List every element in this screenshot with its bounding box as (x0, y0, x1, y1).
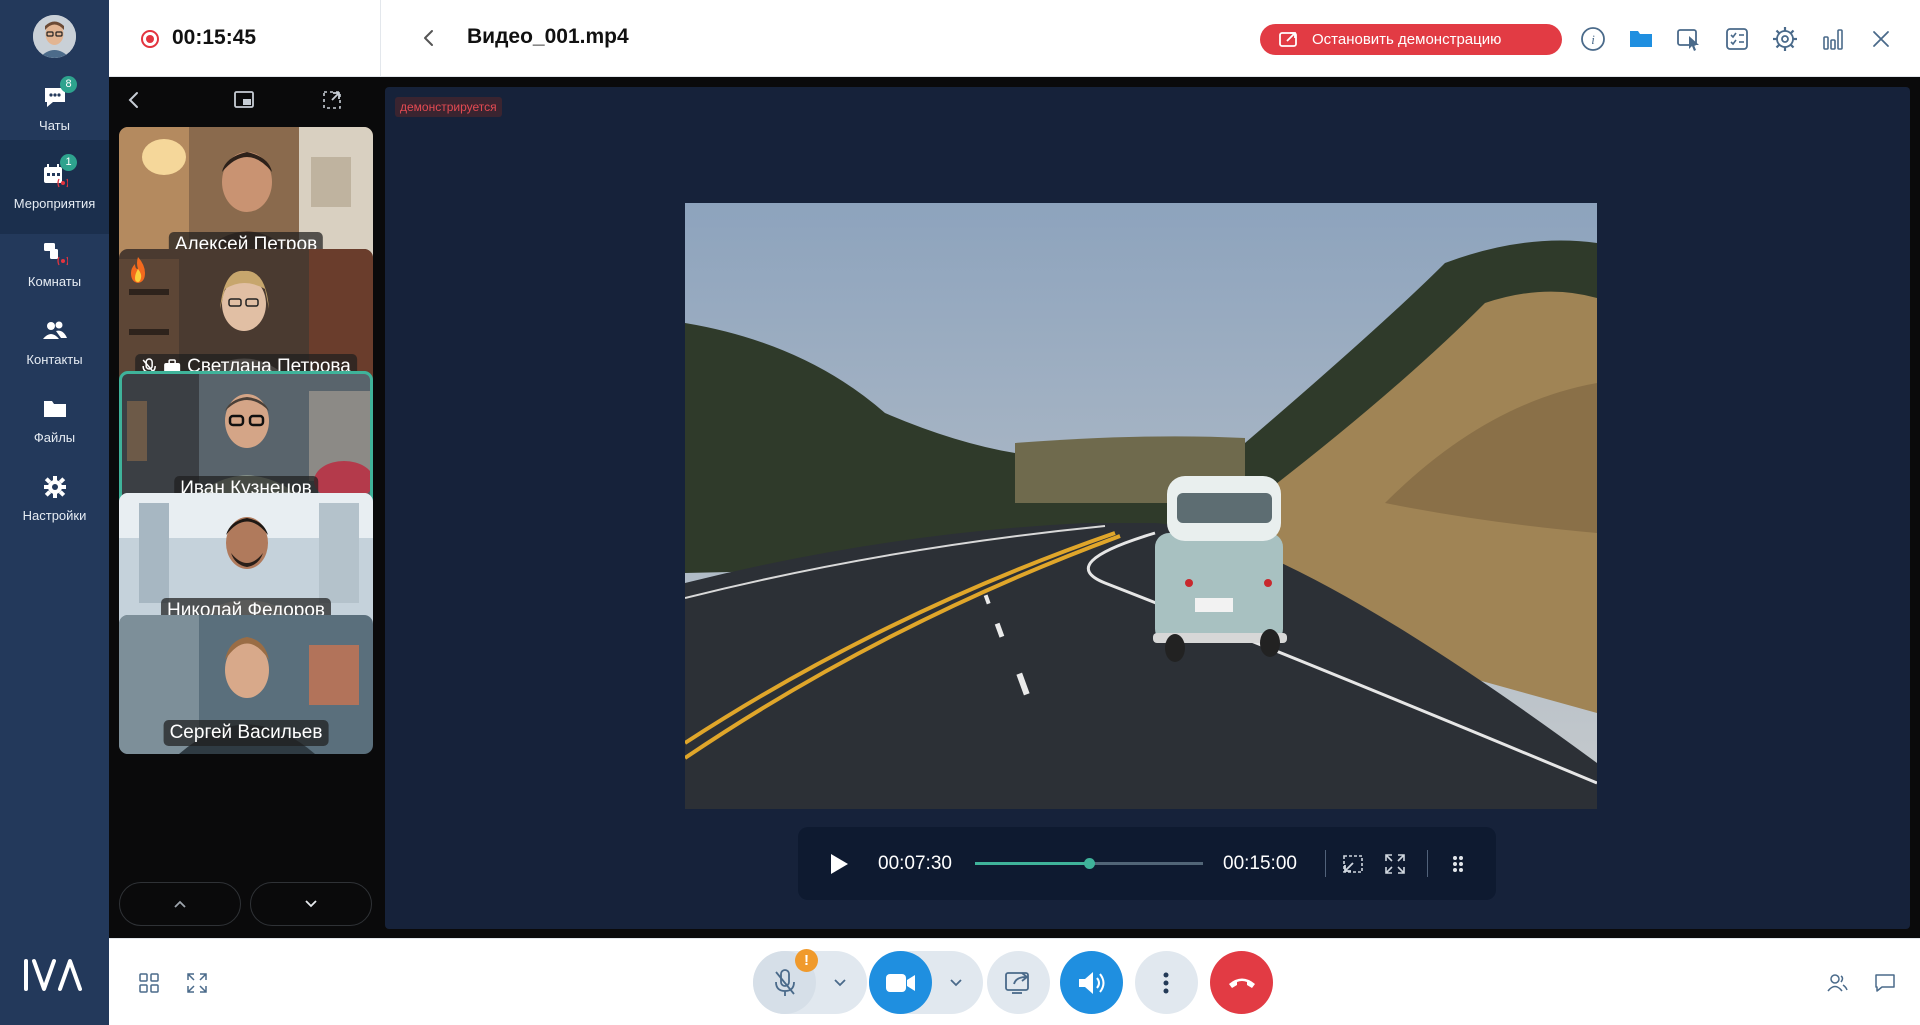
iva-logo (24, 959, 82, 991)
nav-item-label: Контакты (26, 352, 83, 367)
drag-handle-icon[interactable] (1446, 852, 1470, 876)
screen-share-button[interactable] (987, 951, 1050, 1014)
back-button[interactable] (417, 26, 441, 50)
folder-icon (44, 401, 66, 417)
expand-icon[interactable] (319, 87, 345, 113)
gear-icon (44, 476, 66, 498)
grid-layout-icon[interactable] (137, 971, 161, 995)
pip-icon[interactable] (231, 87, 257, 113)
seek-bar[interactable] (975, 858, 1203, 869)
nav-item-label: Чаты (39, 118, 70, 133)
seek-bar-fill (975, 862, 1089, 865)
hang-up-icon (1229, 978, 1255, 988)
participant-tile[interactable]: Алексей Петров (119, 127, 373, 266)
contacts-icon (43, 321, 67, 339)
checklist-icon[interactable] (1723, 25, 1751, 53)
iva-app: 8 Чаты 1 Мероприятия Комнаты Контакты Фа… (0, 0, 1920, 1025)
divider (1325, 850, 1326, 877)
recording-indicator: 00:15:45 (109, 0, 381, 77)
close-icon[interactable] (1867, 25, 1895, 53)
collapse-panel-icon[interactable] (121, 87, 147, 113)
shared-video[interactable] (685, 203, 1597, 809)
more-vertical-icon (1163, 972, 1169, 994)
fire-icon (131, 257, 145, 283)
call-toolbar: ! (109, 938, 1920, 1025)
rooms-icon (44, 243, 68, 266)
more-options-button[interactable] (1135, 951, 1198, 1014)
play-button[interactable] (828, 852, 850, 876)
speaker-button[interactable] (1060, 951, 1123, 1014)
participants-icon[interactable] (1825, 971, 1849, 995)
nav-item-label: Комнаты (27, 274, 82, 289)
info-icon[interactable]: i (1579, 25, 1607, 53)
events-badge: 1 (60, 154, 77, 171)
pip-icon[interactable] (1341, 852, 1365, 876)
participant-tile[interactable]: Светлана Петрова (119, 249, 373, 388)
record-icon (141, 30, 159, 48)
pointer-icon[interactable] (1675, 25, 1703, 53)
stop-demonstration-label: Остановить демонстрацию (1312, 31, 1502, 48)
nav-item-label: Мероприятия (13, 196, 96, 211)
chevron-up-icon (174, 900, 186, 908)
participants-panel: Алексей Петров Светлана Петрова Иван Куз… (109, 77, 381, 938)
mic-warning-badge: ! (795, 949, 818, 972)
participant-tile-active[interactable]: Иван Кузнецов (119, 371, 373, 510)
participant-name: Сергей Васильев (163, 720, 329, 746)
stop-share-icon (1279, 32, 1297, 47)
chevron-down-icon[interactable] (949, 977, 963, 989)
scroll-up-button[interactable] (119, 882, 241, 926)
svg-text:i: i (1591, 32, 1595, 47)
camera-button[interactable] (869, 951, 932, 1014)
van-illustration (1153, 476, 1287, 662)
conference-stage: Алексей Петров Светлана Петрова Иван Куз… (109, 77, 1920, 938)
video-player-controls: 00:07:30 00:15:00 (798, 827, 1496, 900)
demonstrating-badge: демонстрируется (395, 97, 502, 117)
current-time: 00:07:30 (878, 853, 952, 874)
divider (1427, 850, 1428, 877)
nav-item-label: Файлы (33, 430, 76, 445)
chevron-down-icon[interactable] (833, 977, 847, 989)
total-time: 00:15:00 (1223, 853, 1297, 874)
stop-demonstration-button[interactable]: Остановить демонстрацию (1260, 24, 1562, 55)
recording-time: 00:15:45 (172, 26, 257, 49)
header-bar: 00:15:45 Видео_001.mp4 Остановить демонс… (109, 0, 1920, 77)
screen-share-area: демонстрируется 00:07:30 00:15:00 (385, 87, 1910, 929)
file-title: Видео_001.mp4 (467, 25, 629, 48)
participant-name-text: Сергей Васильев (169, 722, 323, 743)
nav-item-label: Настройки (22, 508, 87, 523)
left-nav: 8 Чаты 1 Мероприятия Комнаты Контакты Фа… (0, 0, 109, 1025)
chat-icon[interactable] (1873, 971, 1897, 995)
chevron-down-icon (305, 900, 317, 908)
settings-icon[interactable] (1771, 25, 1799, 53)
folder-icon[interactable] (1627, 25, 1655, 53)
stats-icon[interactable] (1819, 25, 1847, 53)
fullscreen-icon[interactable] (1383, 852, 1407, 876)
nav-item-settings[interactable]: Настройки (0, 452, 109, 546)
microphone-control[interactable]: ! (753, 949, 867, 1014)
speaker-icon (1079, 972, 1105, 994)
fullscreen-icon[interactable] (185, 971, 209, 995)
participant-tile[interactable]: Сергей Васильев (119, 615, 373, 754)
scroll-down-button[interactable] (250, 882, 372, 926)
screen-share-icon (1005, 972, 1029, 994)
participant-tile[interactable]: Николай Федоров (119, 493, 373, 632)
mic-muted-icon (775, 969, 795, 996)
chats-badge: 8 (60, 76, 77, 93)
camera-icon (886, 974, 915, 992)
seek-handle[interactable] (1084, 858, 1095, 869)
end-call-button[interactable] (1210, 951, 1273, 1014)
camera-control[interactable] (869, 951, 983, 1014)
user-avatar[interactable] (33, 15, 76, 58)
